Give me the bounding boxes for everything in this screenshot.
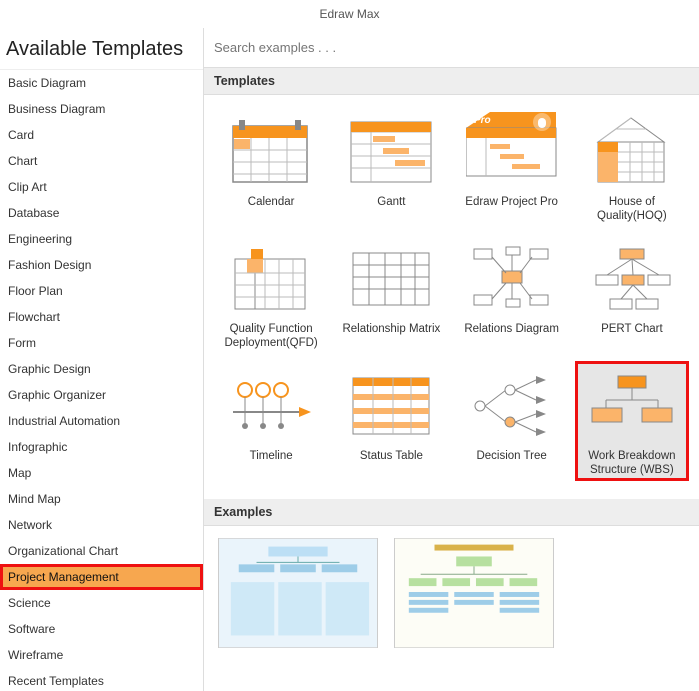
sidebar-item[interactable]: Clip Art (0, 174, 203, 200)
wbs-icon (582, 365, 682, 445)
sidebar-item[interactable]: Database (0, 200, 203, 226)
template-label: Work Breakdown Structure (WBS) (577, 449, 687, 478)
template-label: Gantt (377, 195, 405, 223)
sidebar-item[interactable]: Recent Templates (0, 668, 203, 691)
template-label: Relationship Matrix (342, 322, 440, 350)
sidebar-item[interactable]: Basic Diagram (0, 70, 203, 96)
example-thumbnail[interactable] (218, 538, 378, 648)
sidebar-item[interactable]: Fashion Design (0, 252, 203, 278)
template-label: Relations Diagram (464, 322, 559, 350)
template-label: Decision Tree (476, 449, 546, 477)
sidebar-item[interactable]: Engineering (0, 226, 203, 252)
sidebar-item[interactable]: Floor Plan (0, 278, 203, 304)
template-label: Timeline (250, 449, 293, 477)
sidebar-item[interactable]: Business Diagram (0, 96, 203, 122)
sidebar-item[interactable]: Chart (0, 148, 203, 174)
status-table-icon (341, 365, 441, 445)
template-item[interactable]: Work Breakdown Structure (WBS) (575, 361, 689, 482)
template-item[interactable]: Edraw Project Pro (455, 107, 569, 228)
sidebar-item[interactable]: Form (0, 330, 203, 356)
examples-row (204, 526, 699, 660)
sidebar-item[interactable]: Card (0, 122, 203, 148)
template-item[interactable]: Relations Diagram (455, 234, 569, 355)
calendar-icon (221, 111, 321, 191)
hoq-icon (582, 111, 682, 191)
decision-tree-icon (462, 365, 562, 445)
sidebar-item[interactable]: Network (0, 512, 203, 538)
sidebar-header: Available Templates (0, 28, 203, 69)
gantt-icon (341, 111, 441, 191)
sidebar-item[interactable]: Organizational Chart (0, 538, 203, 564)
example-thumbnail[interactable] (394, 538, 554, 648)
window-title: Edraw Max (0, 0, 699, 28)
template-item[interactable]: PERT Chart (575, 234, 689, 355)
sidebar-item[interactable]: Graphic Design (0, 356, 203, 382)
sidebar-item[interactable]: Map (0, 460, 203, 486)
template-label: Edraw Project Pro (465, 195, 558, 223)
sidebar-item[interactable]: Project Management (0, 564, 203, 590)
search-row (204, 28, 699, 68)
template-label: Calendar (248, 195, 295, 223)
template-item[interactable]: House of Quality(HOQ) (575, 107, 689, 228)
templates-section-header: Templates (204, 68, 699, 95)
content-area: Templates Calendar Gantt Edraw Project Pro… (204, 28, 699, 691)
template-item[interactable]: Quality Function Deployment(QFD) (214, 234, 328, 355)
sidebar-item[interactable]: Infographic (0, 434, 203, 460)
project-pro-icon (462, 111, 562, 191)
sidebar-item[interactable]: Graphic Organizer (0, 382, 203, 408)
sidebar-item[interactable]: Mind Map (0, 486, 203, 512)
template-label: Status Table (360, 449, 423, 477)
template-item[interactable]: Gantt (334, 107, 448, 228)
template-label: House of Quality(HOQ) (577, 195, 687, 224)
sidebar-item[interactable]: Software (0, 616, 203, 642)
template-item[interactable]: Relationship Matrix (334, 234, 448, 355)
template-grid: Calendar Gantt Edraw Project Pro House of Q… (204, 95, 699, 499)
matrix-icon (341, 238, 441, 318)
template-label: PERT Chart (601, 322, 663, 350)
template-item[interactable]: Status Table (334, 361, 448, 482)
template-item[interactable]: Calendar (214, 107, 328, 228)
sidebar-item[interactable]: Wireframe (0, 642, 203, 668)
search-input[interactable] (214, 40, 689, 55)
sidebar-item[interactable]: Flowchart (0, 304, 203, 330)
template-label: Quality Function Deployment(QFD) (216, 322, 326, 351)
pert-icon (582, 238, 682, 318)
template-item[interactable]: Decision Tree (455, 361, 569, 482)
sidebar-item[interactable]: Industrial Automation (0, 408, 203, 434)
sidebar-list: Basic DiagramBusiness DiagramCardChartCl… (0, 69, 203, 691)
timeline-icon (221, 365, 321, 445)
sidebar-item[interactable]: Science (0, 590, 203, 616)
qfd-icon (221, 238, 321, 318)
sidebar: Available Templates Basic DiagramBusines… (0, 28, 204, 691)
template-item[interactable]: Timeline (214, 361, 328, 482)
relations-icon (462, 238, 562, 318)
examples-section-header: Examples (204, 499, 699, 526)
